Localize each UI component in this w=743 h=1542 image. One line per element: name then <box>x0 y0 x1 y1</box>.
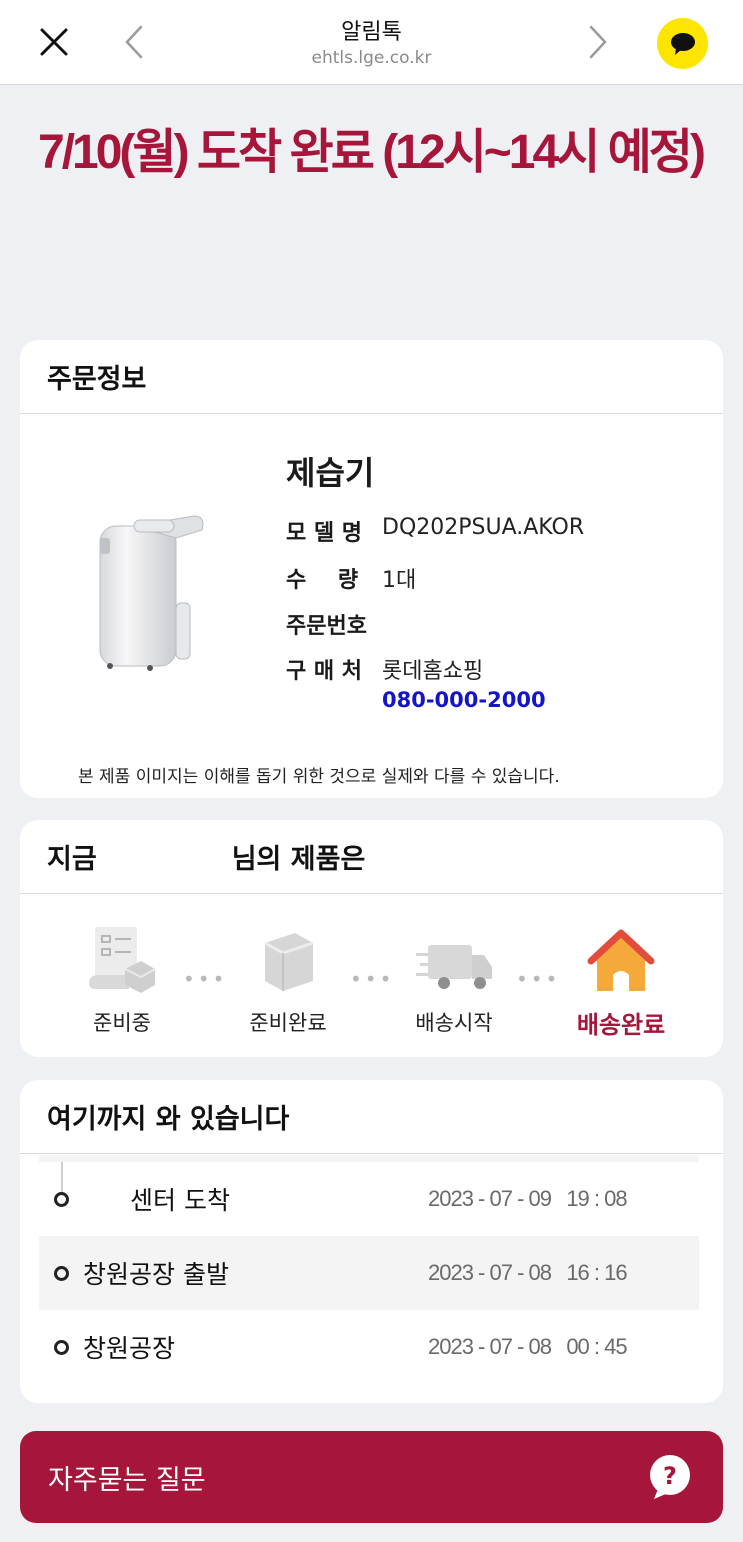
status-header-suffix: 님의 제품은 <box>231 844 366 875</box>
tracking-header: 여기까지 와 있습니다 <box>20 1080 723 1154</box>
model-row: 모 델 명 DQ202PSUA.AKOR <box>286 515 584 547</box>
seller-value: 롯데홈쇼핑 <box>382 659 484 684</box>
step-preparing: 준비중 <box>62 915 182 1037</box>
question-bubble-icon: ? <box>650 1455 690 1499</box>
status-header: 지금 님의 제품은 <box>20 820 723 894</box>
quantity-value: 1대 <box>382 568 417 593</box>
seller-phone-link[interactable]: 080-000-2000 <box>382 688 546 712</box>
timeline-dot-icon <box>54 1339 69 1355</box>
delivery-truck-icon <box>416 945 492 989</box>
step-connector: ••• <box>350 967 395 991</box>
tracking-time: 2023 - 07 - 09 19 : 08 <box>428 1186 628 1211</box>
quantity-row: 수 량 1대 <box>286 562 416 594</box>
tracking-entry: 창원공장 2023 - 07 - 08 00 : 45 <box>39 1310 699 1384</box>
dehumidifier-image <box>99 515 204 671</box>
step-preparing-label: 준비중 <box>93 1011 151 1035</box>
order-info-card: 주문정보 제습기 모 델 명 DQ202PSUA.AKOR 수 량 1대 주문번… <box>20 340 723 798</box>
house-icon <box>587 929 655 991</box>
model-value: DQ202PSUA.AKOR <box>382 515 585 540</box>
tracking-scroll-edge <box>39 1155 699 1162</box>
image-disclaimer: 본 제품 이미지는 이해를 돕기 위한 것으로 실제와 다를 수 있습니다. <box>78 767 560 787</box>
step-delivered-label: 배송완료 <box>576 1011 666 1039</box>
forward-button[interactable] <box>576 20 620 64</box>
timeline-dot-icon <box>54 1191 69 1207</box>
step-shipping: 배송시작 <box>394 915 514 1037</box>
delivery-steps: 준비중 ••• 준비완료 ••• 배송시작 ••• 배송완료 <box>20 915 723 1055</box>
seller-row: 구 매 처 롯데홈쇼핑 <box>286 653 483 685</box>
chat-bubble-icon <box>670 32 695 55</box>
delivery-headline: 7/10(월) 도착 완료 (12시~14시 예정) <box>38 126 706 179</box>
status-header-prefix: 지금 <box>47 844 97 875</box>
model-label: 모 델 명 <box>286 521 363 546</box>
page-title: 알림톡 <box>341 20 402 45</box>
faq-button[interactable]: 자주묻는 질문 ? <box>20 1431 723 1523</box>
tracking-card: 여기까지 와 있습니다 센터 도착 2023 - 07 - 09 19 : 08… <box>20 1080 723 1403</box>
step-delivered: 배송완료 <box>561 915 681 1040</box>
chevron-right-icon <box>589 25 607 59</box>
tracking-place: 창원공장 <box>83 1334 176 1363</box>
step-shipping-label: 배송시작 <box>415 1011 493 1035</box>
step-ready-label: 준비완료 <box>249 1011 327 1035</box>
step-connector: ••• <box>516 967 561 991</box>
step-ready: 준비완료 <box>228 915 348 1037</box>
order-info-header: 주문정보 <box>20 340 723 414</box>
tracking-entry: 창원공장 출발 2023 - 07 - 08 16 : 16 <box>39 1236 699 1310</box>
order-number-label: 주문번호 <box>286 614 367 639</box>
tracking-place: 창원공장 출발 <box>83 1260 229 1289</box>
quantity-label: 수 량 <box>286 568 359 593</box>
browser-topbar: 알림톡 ehtls.lge.co.kr <box>0 0 743 85</box>
tracking-list: 센터 도착 2023 - 07 - 09 19 : 08 창원공장 출발 202… <box>39 1162 699 1384</box>
page-url: ehtls.lge.co.kr <box>311 48 432 68</box>
tracking-time: 2023 - 07 - 08 00 : 45 <box>428 1334 628 1359</box>
timeline-dot-icon <box>54 1265 69 1281</box>
svg-text:?: ? <box>663 1462 677 1490</box>
kakaotalk-button[interactable] <box>657 18 708 69</box>
step-connector: ••• <box>183 967 228 991</box>
checklist-box-icon <box>89 927 156 993</box>
delivery-status-card: 지금 님의 제품은 준비중 ••• 준비완료 ••• 배송시작 ••• 배송완료 <box>20 820 723 1057</box>
tracking-place: 센터 도착 <box>130 1186 230 1215</box>
tracking-entry: 센터 도착 2023 - 07 - 09 19 : 08 <box>39 1162 699 1236</box>
package-box-icon <box>264 933 314 991</box>
order-number-row: 주문번호 <box>286 608 382 640</box>
seller-label: 구 매 처 <box>286 659 363 684</box>
faq-label: 자주묻는 질문 <box>48 1464 206 1496</box>
tracking-time: 2023 - 07 - 08 16 : 16 <box>428 1260 628 1285</box>
product-name: 제습기 <box>286 454 375 492</box>
